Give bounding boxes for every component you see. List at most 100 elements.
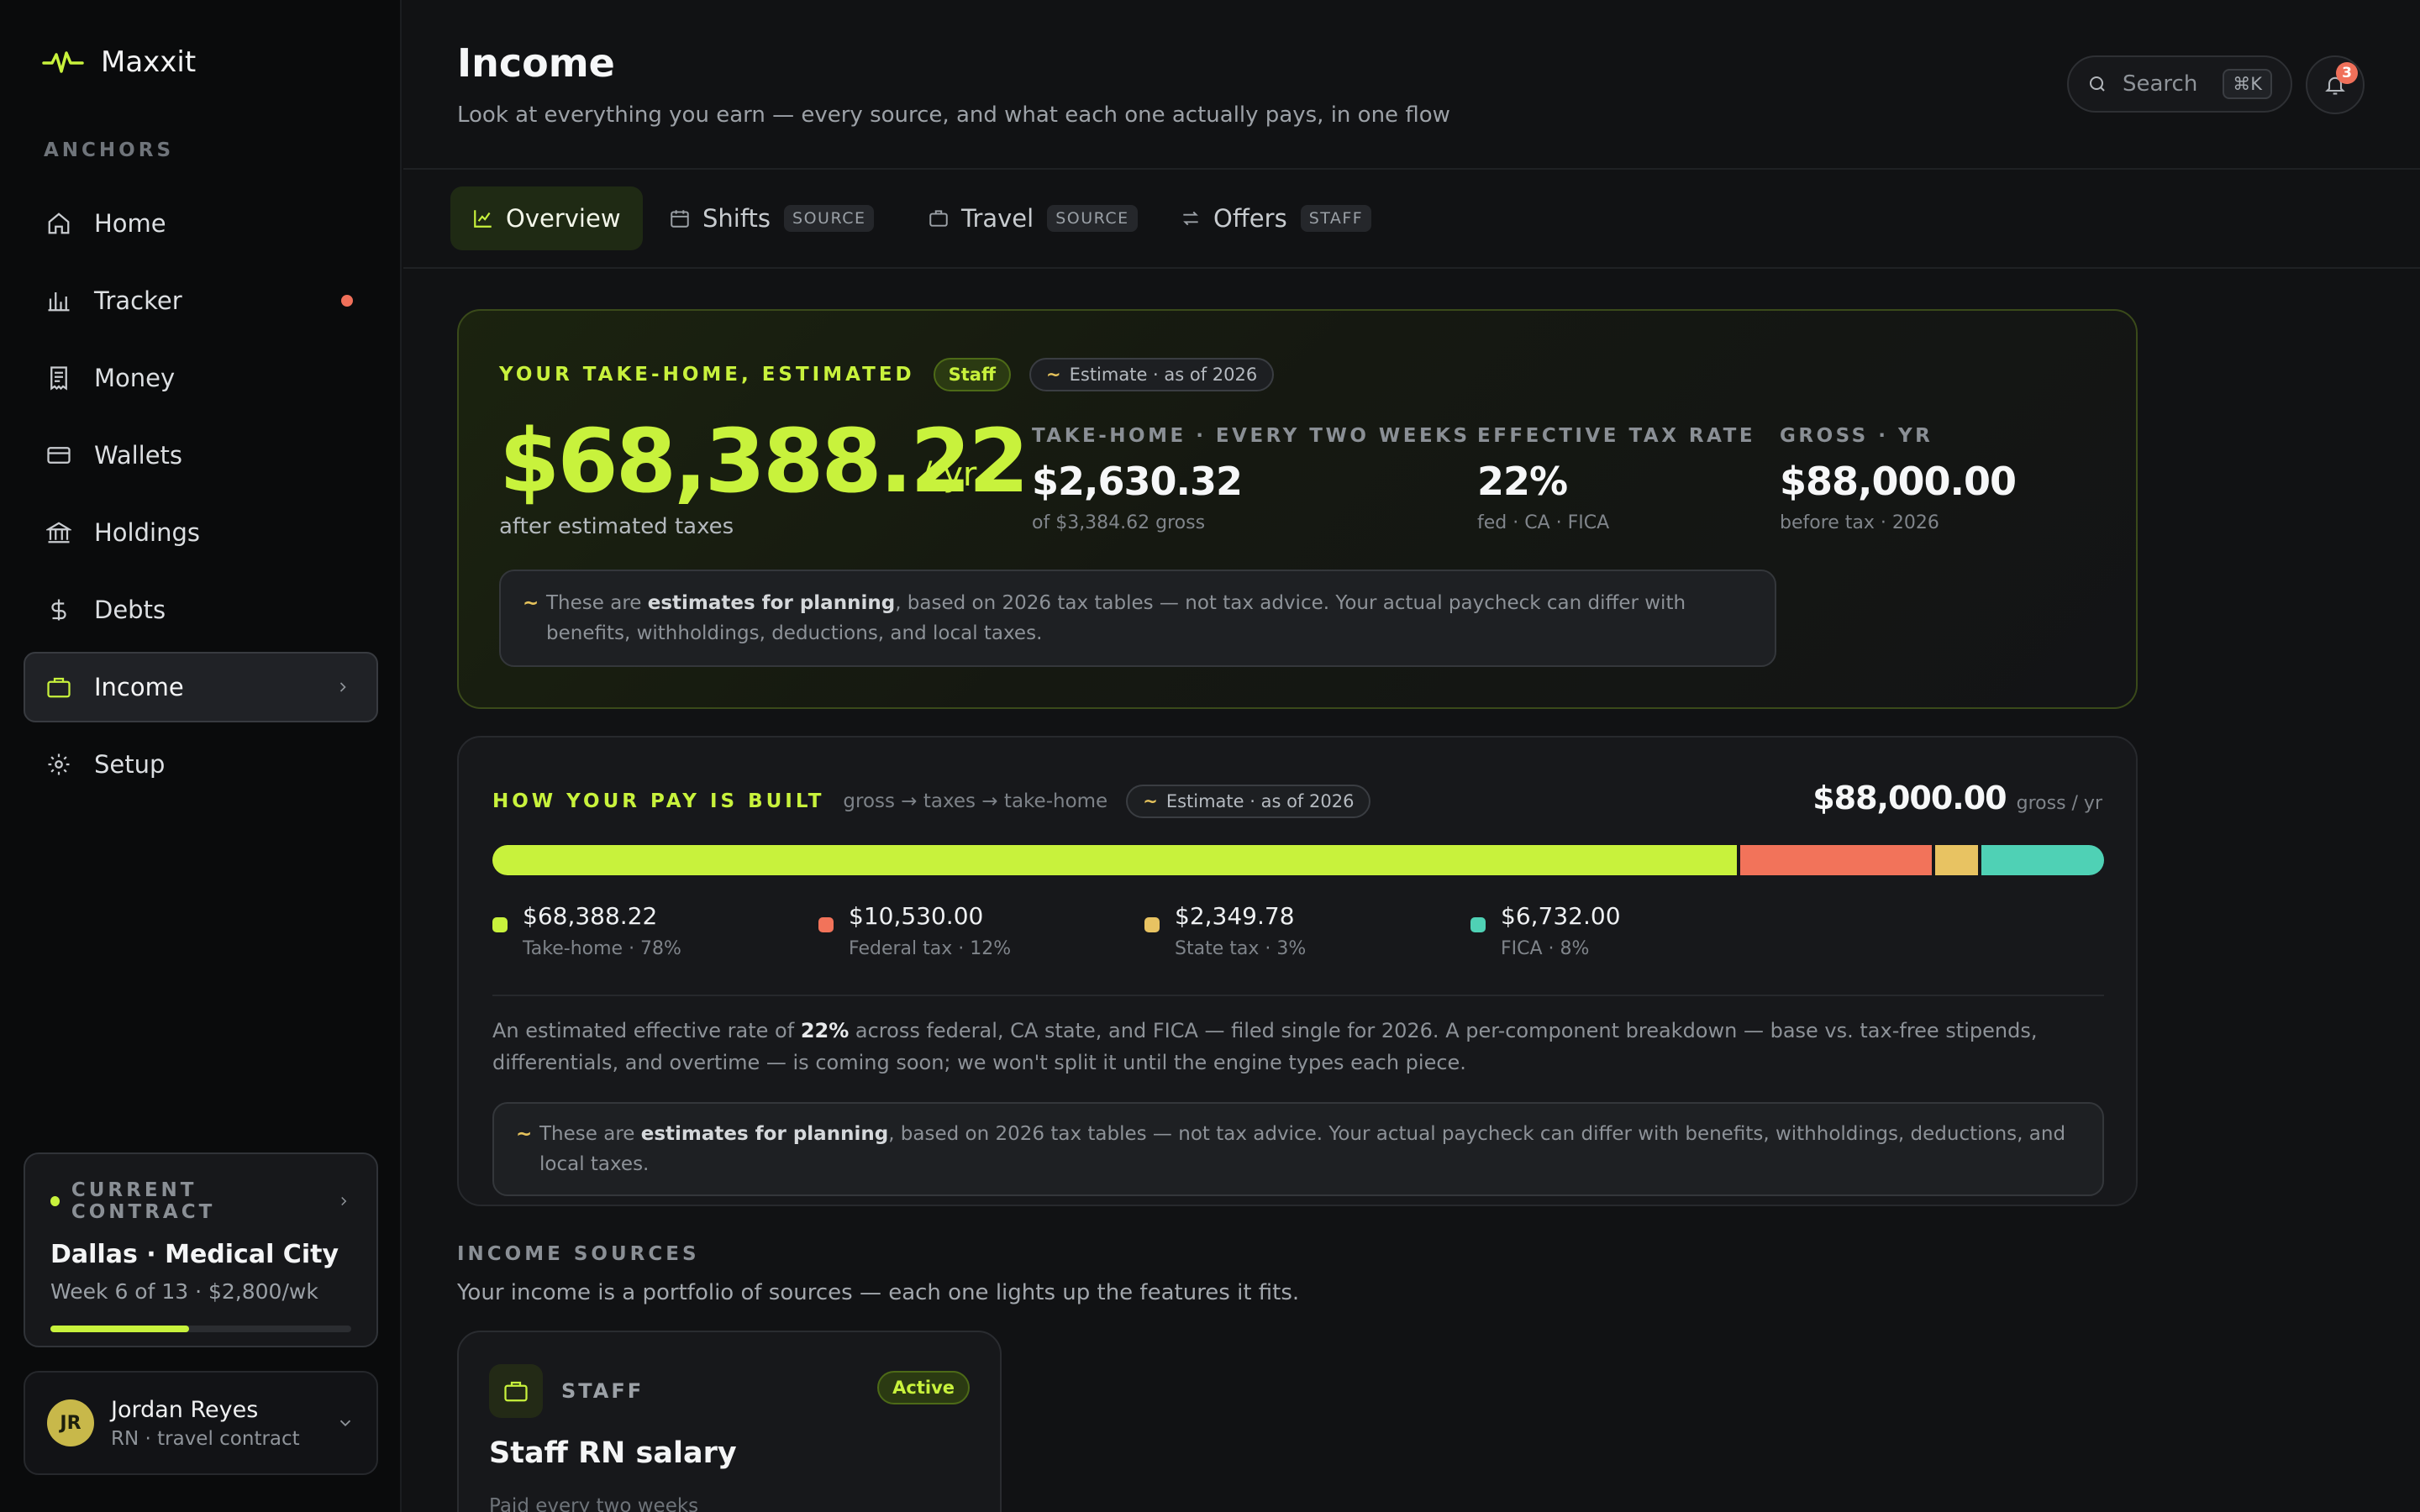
current-contract-card[interactable]: CURRENT CONTRACT Dallas · Medical City W… bbox=[24, 1152, 378, 1347]
disclaimer-emphasis: estimates for planning bbox=[640, 1123, 889, 1145]
estimate-mark: ~ bbox=[516, 1123, 533, 1145]
breakdown-explanation: An estimated effective rate of 22% acros… bbox=[492, 1015, 2104, 1079]
tab-travel[interactable]: Travel SOURCE bbox=[906, 186, 1160, 250]
sidebar-item-money[interactable]: Money bbox=[24, 343, 378, 413]
sidebar: Maxxit ANCHORS Home Tracker Money Wallet… bbox=[0, 0, 402, 1512]
sidebar-item-holdings[interactable]: Holdings bbox=[24, 497, 378, 568]
bar-segment-fica[interactable] bbox=[1981, 845, 2104, 875]
user-role: RN · travel contract bbox=[111, 1427, 300, 1450]
briefcase-icon bbox=[45, 674, 72, 701]
stat-value: $88,000.00 bbox=[1780, 459, 2017, 504]
notifications-button[interactable]: 3 bbox=[2306, 55, 2365, 114]
sidebar-item-setup[interactable]: Setup bbox=[24, 729, 378, 800]
tab-label: Travel bbox=[961, 204, 1034, 233]
legend-swatch bbox=[818, 917, 834, 932]
gear-icon bbox=[45, 751, 72, 778]
chevron-right-icon bbox=[334, 679, 351, 696]
divider bbox=[492, 995, 2104, 996]
pulse-logo-icon bbox=[42, 50, 84, 75]
bar-segment-state[interactable] bbox=[1935, 845, 1979, 875]
contract-progress-bar bbox=[50, 1326, 351, 1332]
tab-tag: SOURCE bbox=[1047, 205, 1138, 232]
search-shortcut: ⌘K bbox=[2223, 69, 2272, 99]
suitcase-icon bbox=[928, 207, 950, 229]
calendar-icon bbox=[669, 207, 691, 229]
tab-shifts[interactable]: Shifts SOURCE bbox=[647, 186, 896, 250]
bar-segment-takehome[interactable] bbox=[492, 845, 1738, 875]
avatar: JR bbox=[47, 1399, 94, 1446]
gross-total-unit: gross / yr bbox=[2016, 793, 2102, 814]
planning-disclaimer: ~ These are estimates for planning, base… bbox=[492, 1102, 2104, 1196]
dollar-icon bbox=[45, 596, 72, 623]
takehome-unit: / yr bbox=[921, 455, 977, 494]
legend-item: $10,530.00 Federal tax · 12% bbox=[818, 902, 1011, 959]
estimate-mark: ~ bbox=[1143, 791, 1158, 811]
tab-label: Overview bbox=[506, 204, 621, 233]
tab-label: Shifts bbox=[702, 204, 771, 233]
staff-badge: Staff bbox=[933, 358, 1011, 391]
explanation-text: An estimated effective rate of bbox=[492, 1019, 801, 1042]
legend-swatch bbox=[1470, 917, 1486, 932]
source-frequency: Paid every two weeks bbox=[489, 1495, 699, 1512]
legend-value: $68,388.22 bbox=[523, 902, 658, 930]
sidebar-item-label: Tracker bbox=[94, 286, 182, 315]
receipt-icon bbox=[45, 365, 72, 391]
chevron-down-icon bbox=[336, 1414, 355, 1432]
bar-segment-federal[interactable] bbox=[1740, 845, 1933, 875]
chevron-right-icon bbox=[336, 1194, 351, 1209]
page-subtitle: Look at everything you earn — every sour… bbox=[457, 102, 1450, 128]
income-source-card[interactable]: STAFF Active Staff RN salary Paid every … bbox=[457, 1331, 1002, 1512]
credit-card-icon bbox=[45, 442, 72, 469]
stat-sub: fed · CA · FICA bbox=[1477, 512, 1610, 533]
source-name: Staff RN salary bbox=[489, 1436, 737, 1470]
income-sources-subtitle: Your income is a portfolio of sources — … bbox=[457, 1280, 1300, 1305]
estimate-pill-label: Estimate · as of 2026 bbox=[1069, 365, 1258, 385]
home-icon bbox=[45, 210, 72, 237]
sidebar-item-tracker[interactable]: Tracker bbox=[24, 265, 378, 336]
legend-label: State tax · 3% bbox=[1175, 938, 1307, 959]
search-button[interactable]: Search ⌘K bbox=[2067, 55, 2292, 113]
breakdown-eyebrow: HOW YOUR PAY IS BUILT bbox=[492, 790, 825, 812]
estimate-pill: ~ Estimate · as of 2026 bbox=[1126, 785, 1371, 818]
line-chart-icon bbox=[472, 207, 494, 229]
legend-label: Federal tax · 12% bbox=[849, 938, 1012, 959]
estimate-pill: ~ Estimate · as of 2026 bbox=[1029, 358, 1275, 391]
bar-legend: $68,388.22 Take-home · 78% $10,530.00 Fe… bbox=[492, 902, 2104, 969]
notification-count-badge: 3 bbox=[2336, 62, 2358, 84]
sidebar-item-label: Income bbox=[94, 673, 184, 701]
stat-biweekly: TAKE-HOME · EVERY TWO WEEKS $2,630.32 of… bbox=[1032, 425, 1470, 533]
legend-swatch bbox=[1144, 917, 1160, 932]
legend-label: Take-home · 78% bbox=[523, 938, 681, 959]
explanation-emphasis: 22% bbox=[800, 1019, 850, 1042]
user-menu[interactable]: JR Jordan Reyes RN · travel contract bbox=[24, 1371, 378, 1475]
sidebar-item-debts[interactable]: Debts bbox=[24, 575, 378, 645]
stat-label: TAKE-HOME · EVERY TWO WEEKS bbox=[1032, 425, 1470, 447]
sidebar-item-label: Holdings bbox=[94, 518, 200, 547]
stat-value: 22% bbox=[1477, 459, 1568, 504]
stat-label: EFFECTIVE TAX RATE bbox=[1477, 425, 1756, 447]
legend-value: $10,530.00 bbox=[849, 902, 984, 930]
stat-label: GROSS · YR bbox=[1780, 425, 1933, 447]
arrows-icon bbox=[1180, 207, 1202, 229]
stat-sub: of $3,384.62 gross bbox=[1032, 512, 1206, 533]
planning-disclaimer: ~ These are estimates for planning, base… bbox=[499, 570, 1776, 667]
contract-label: CURRENT CONTRACT bbox=[71, 1179, 216, 1223]
sidebar-item-income[interactable]: Income bbox=[24, 652, 378, 722]
sidebar-item-home[interactable]: Home bbox=[24, 188, 378, 259]
gross-total: $88,000.00 bbox=[1812, 780, 2007, 816]
tab-label: Offers bbox=[1213, 204, 1287, 233]
legend-label: FICA · 8% bbox=[1501, 938, 1590, 959]
tab-overview[interactable]: Overview bbox=[450, 186, 643, 250]
tab-offers[interactable]: Offers STAFF bbox=[1158, 186, 1393, 250]
estimate-mark: ~ bbox=[523, 592, 539, 614]
breakdown-flow: gross → taxes → take-home bbox=[843, 790, 1108, 812]
bank-icon bbox=[45, 519, 72, 546]
brand[interactable]: Maxxit bbox=[42, 45, 196, 79]
sidebar-item-label: Debts bbox=[94, 596, 166, 624]
takehome-card: YOUR TAKE-HOME, ESTIMATED Staff ~ Estima… bbox=[457, 309, 2138, 709]
contract-progress-fill bbox=[50, 1326, 189, 1332]
legend-value: $2,349.78 bbox=[1175, 902, 1295, 930]
legend-swatch bbox=[492, 917, 508, 932]
sidebar-item-label: Money bbox=[94, 364, 176, 392]
sidebar-item-wallets[interactable]: Wallets bbox=[24, 420, 378, 491]
